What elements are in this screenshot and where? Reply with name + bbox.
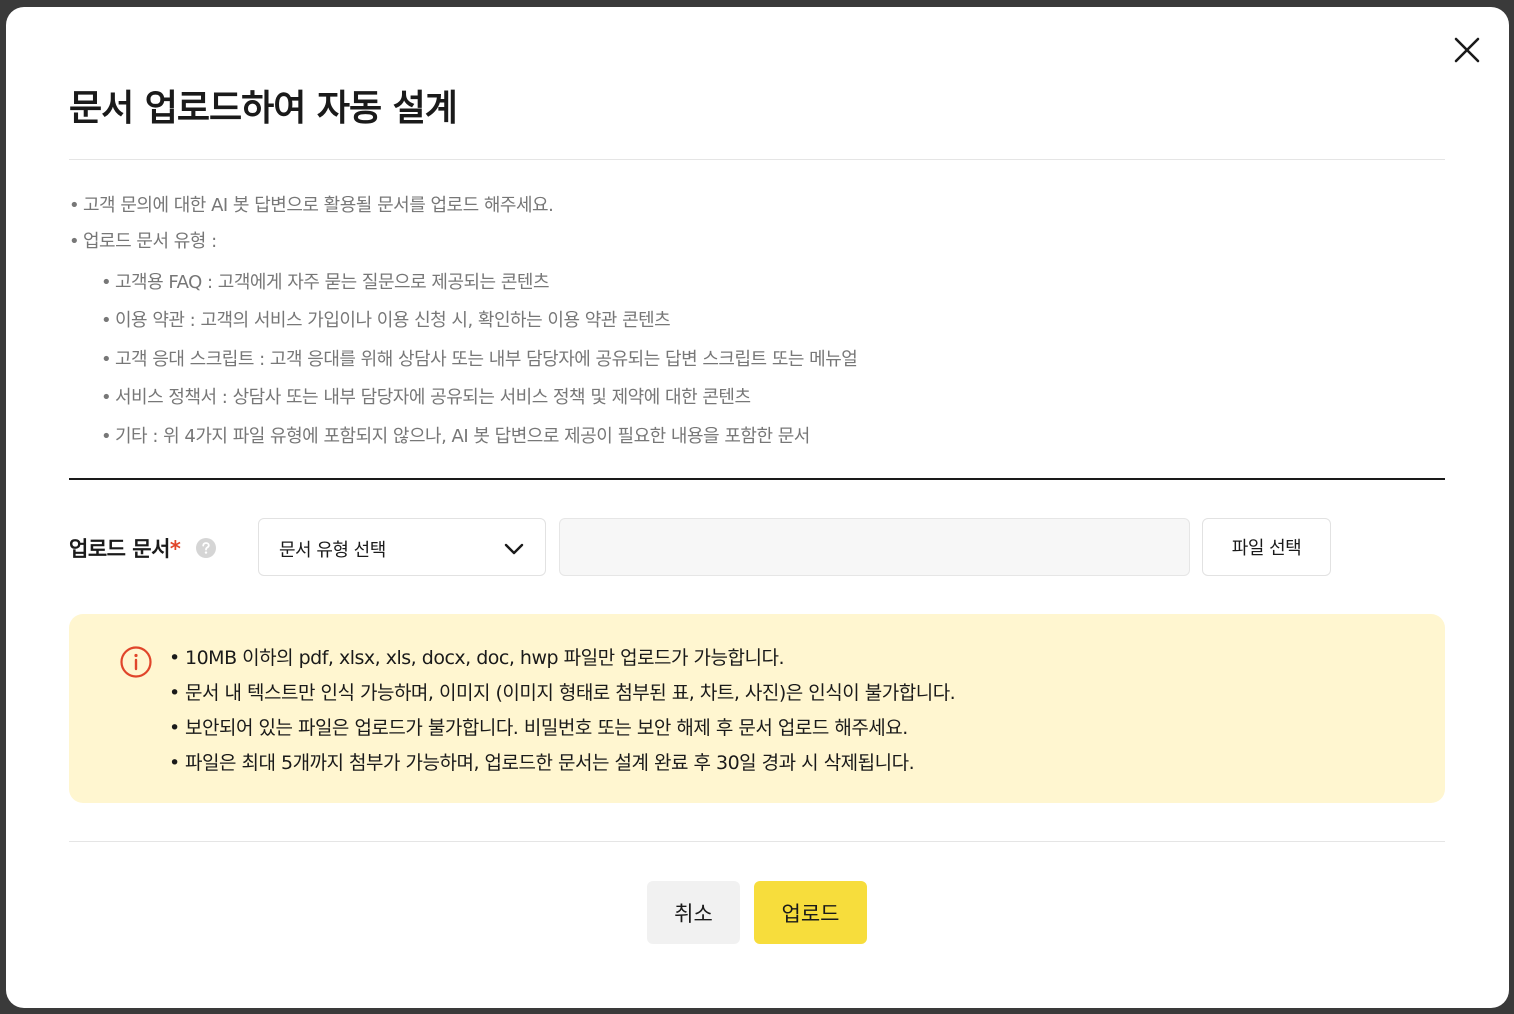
close-icon xyxy=(1454,37,1480,63)
modal-title: 문서 업로드하여 자동 설계 xyxy=(69,88,458,129)
info-circle-icon xyxy=(120,646,152,678)
bullet: • xyxy=(101,272,112,293)
guide-types-heading: • 업로드 문서 유형 : xyxy=(69,227,217,253)
guide-type-item: • 고객 응대 스크립트 : 고객 응대를 위해 상담사 또는 내부 담당자에 공… xyxy=(101,345,858,371)
upload-document-label: 업로드 문서* xyxy=(69,533,181,563)
notice-item: • 파일은 최대 5개까지 첨부가 가능하며, 업로드한 문서는 설계 완료 후 … xyxy=(169,748,915,775)
guide-intro-text: 고객 문의에 대한 AI 봇 답변으로 활용될 문서를 업로드 해주세요. xyxy=(83,195,554,216)
upload-notice-box: • 10MB 이하의 pdf, xlsx, xls, docx, doc, hwp… xyxy=(69,614,1445,803)
guide-type-text: 고객 응대 스크립트 : 고객 응대를 위해 상담사 또는 내부 담당자에 공유… xyxy=(115,349,858,370)
bullet: • xyxy=(69,195,80,216)
upload-button[interactable]: 업로드 xyxy=(754,881,867,944)
bullet: • xyxy=(101,387,112,408)
notice-item: • 10MB 이하의 pdf, xlsx, xls, docx, doc, hwp… xyxy=(169,643,785,670)
chevron-down-icon xyxy=(504,543,524,555)
bullet: • xyxy=(169,682,180,704)
notice-text: 보안되어 있는 파일은 업로드가 불가합니다. 비밀번호 또는 보안 해제 후 … xyxy=(185,717,908,739)
file-select-button[interactable]: 파일 선택 xyxy=(1202,518,1331,576)
close-button[interactable] xyxy=(1448,31,1486,69)
question-circle-icon[interactable] xyxy=(195,537,217,559)
footer-divider xyxy=(69,841,1445,842)
guide-type-item: • 고객용 FAQ : 고객에게 자주 묻는 질문으로 제공되는 콘텐츠 xyxy=(101,268,550,294)
title-divider xyxy=(69,159,1445,160)
bullet: • xyxy=(101,310,112,331)
document-type-select-value: 문서 유형 선택 xyxy=(279,540,386,561)
document-type-select[interactable]: 문서 유형 선택 xyxy=(258,518,546,576)
notice-item: • 문서 내 텍스트만 인식 가능하며, 이미지 (이미지 형태로 첨부된 표, … xyxy=(169,678,956,705)
guide-type-item: • 기타 : 위 4가지 파일 유형에 포함되지 않으나, AI 봇 답변으로 제… xyxy=(101,422,810,448)
guide-type-text: 고객용 FAQ : 고객에게 자주 묻는 질문으로 제공되는 콘텐츠 xyxy=(115,272,550,293)
notice-text: 10MB 이하의 pdf, xlsx, xls, docx, doc, hwp … xyxy=(185,647,785,669)
bullet: • xyxy=(169,717,180,739)
bullet: • xyxy=(101,426,112,447)
notice-text: 문서 내 텍스트만 인식 가능하며, 이미지 (이미지 형태로 첨부된 표, 차… xyxy=(185,682,956,704)
guide-type-item: • 이용 약관 : 고객의 서비스 가입이나 이용 신청 시, 확인하는 이용 약… xyxy=(101,306,671,332)
guide-type-item: • 서비스 정책서 : 상담사 또는 내부 담당자에 공유되는 서비스 정책 및 … xyxy=(101,383,751,409)
bullet: • xyxy=(169,752,180,774)
guide-types-heading-text: 업로드 문서 유형 : xyxy=(83,231,217,252)
notice-item: • 보안되어 있는 파일은 업로드가 불가합니다. 비밀번호 또는 보안 해제 후… xyxy=(169,713,908,740)
bullet: • xyxy=(69,231,80,252)
file-name-field[interactable] xyxy=(559,518,1190,576)
bullet: • xyxy=(169,647,180,669)
guide-type-text: 이용 약관 : 고객의 서비스 가입이나 이용 신청 시, 확인하는 이용 약관… xyxy=(115,310,671,331)
bullet: • xyxy=(101,349,112,370)
guide-intro: • 고객 문의에 대한 AI 봇 답변으로 활용될 문서를 업로드 해주세요. xyxy=(69,191,554,217)
cancel-button[interactable]: 취소 xyxy=(647,881,740,944)
upload-document-modal: 문서 업로드하여 자동 설계 • 고객 문의에 대한 AI 봇 답변으로 활용될 … xyxy=(6,7,1509,1008)
section-divider xyxy=(69,478,1445,480)
notice-text: 파일은 최대 5개까지 첨부가 가능하며, 업로드한 문서는 설계 완료 후 3… xyxy=(185,752,915,774)
guide-type-text: 기타 : 위 4가지 파일 유형에 포함되지 않으나, AI 봇 답변으로 제공… xyxy=(115,426,810,447)
required-mark: * xyxy=(169,537,181,561)
upload-label-text: 업로드 문서 xyxy=(69,537,170,561)
guide-type-text: 서비스 정책서 : 상담사 또는 내부 담당자에 공유되는 서비스 정책 및 제… xyxy=(115,387,751,408)
